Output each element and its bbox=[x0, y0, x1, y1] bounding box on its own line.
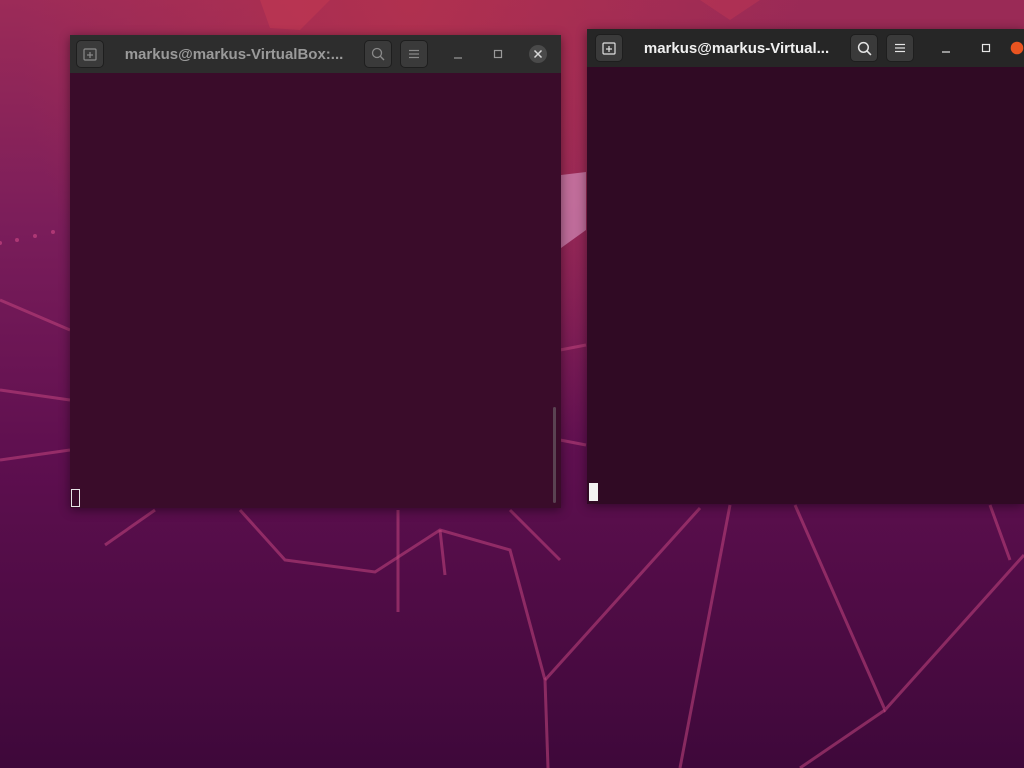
minimize-icon bbox=[454, 57, 462, 59]
titlebar[interactable]: markus@markus-Virtual... bbox=[587, 29, 1024, 67]
close-icon bbox=[529, 45, 547, 63]
desktop: markus@markus-VirtualBox:... markus@mark… bbox=[0, 0, 1024, 768]
minimize-icon bbox=[942, 51, 950, 53]
hamburger-menu-icon bbox=[895, 43, 905, 53]
new-tab-button[interactable] bbox=[595, 34, 623, 62]
text-cursor bbox=[71, 489, 80, 507]
menu-button[interactable] bbox=[400, 40, 428, 68]
search-button[interactable] bbox=[364, 40, 392, 68]
window-title: markus@markus-VirtualBox:... bbox=[124, 45, 344, 63]
close-icon bbox=[1010, 41, 1024, 55]
terminal-output-area[interactable] bbox=[587, 67, 1024, 504]
maximize-icon bbox=[493, 49, 503, 59]
scrollbar[interactable] bbox=[553, 407, 556, 503]
menu-button[interactable] bbox=[886, 34, 914, 62]
maximize-button[interactable] bbox=[484, 40, 512, 68]
window-title: markus@markus-Virtual... bbox=[643, 39, 830, 57]
search-button[interactable] bbox=[850, 34, 878, 62]
search-icon bbox=[857, 41, 871, 55]
search-icon bbox=[371, 47, 385, 61]
maximize-button[interactable] bbox=[972, 34, 1000, 62]
terminal-window-left[interactable]: markus@markus-VirtualBox:... bbox=[70, 35, 561, 508]
terminal-window-right[interactable]: markus@markus-Virtual... bbox=[587, 29, 1024, 504]
minimize-button[interactable] bbox=[444, 40, 472, 68]
close-button[interactable] bbox=[1010, 34, 1024, 62]
terminal-output-area[interactable] bbox=[70, 73, 561, 508]
titlebar[interactable]: markus@markus-VirtualBox:... bbox=[70, 35, 561, 73]
new-tab-icon bbox=[602, 42, 616, 55]
new-tab-button[interactable] bbox=[76, 40, 104, 68]
minimize-button[interactable] bbox=[932, 34, 960, 62]
maximize-icon bbox=[981, 43, 991, 53]
text-cursor bbox=[589, 483, 598, 501]
new-tab-icon bbox=[83, 48, 97, 61]
close-button[interactable] bbox=[524, 40, 552, 68]
hamburger-menu-icon bbox=[409, 49, 419, 59]
